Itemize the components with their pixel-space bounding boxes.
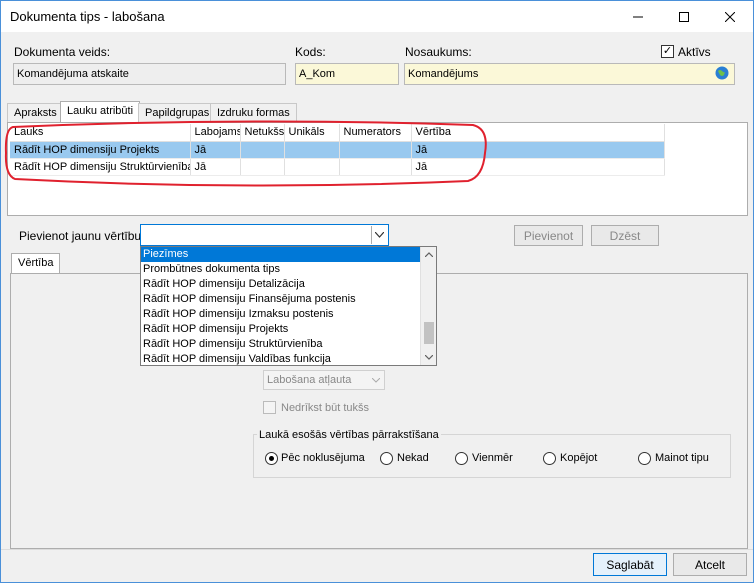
dropdown-scrollbar[interactable]: [420, 247, 436, 365]
minimize-button[interactable]: [615, 1, 661, 32]
window-title: Dokumenta tips - labošana: [10, 9, 165, 24]
dropdown-item[interactable]: Prombūtnes dokumenta tips: [141, 262, 420, 277]
cancel-button[interactable]: Atcelt: [673, 553, 747, 576]
no-empty-label: Nedrīkst būt tukšs: [281, 402, 370, 414]
radio-never[interactable]: [380, 452, 393, 465]
radio-always[interactable]: [455, 452, 468, 465]
close-button[interactable]: [707, 1, 753, 32]
overwrite-group-label: Laukā esošās vērtības pārrakstīšana: [257, 429, 441, 441]
radio-always-label: Vienmēr: [472, 452, 513, 464]
dropdown-item[interactable]: Rādīt HOP dimensiju Valdības funkcija: [141, 352, 420, 365]
radio-changing-type-label: Mainot tipu: [655, 452, 709, 464]
scroll-down-icon[interactable]: [425, 355, 433, 360]
title-bar: Dokumenta tips - labošana: [1, 1, 753, 32]
save-button[interactable]: Saglabāt: [593, 553, 667, 576]
radio-changing-type[interactable]: [638, 452, 651, 465]
footer-divider: [1, 549, 753, 550]
name-value: Komandējums: [408, 68, 479, 80]
radio-copying[interactable]: [543, 452, 556, 465]
active-checkbox[interactable]: ✓: [661, 45, 674, 58]
edit-permission-select[interactable]: Labošana atļauta: [263, 370, 385, 390]
add-button[interactable]: Pievienot: [514, 225, 583, 246]
dropdown-items: Piezīmes Prombūtnes dokumenta tips Rādīt…: [141, 247, 420, 365]
radio-default-label: Pēc noklusējuma: [281, 452, 365, 464]
add-value-combobox[interactable]: [140, 224, 389, 246]
radio-default[interactable]: [265, 452, 278, 465]
code-label: Kods:: [295, 45, 326, 59]
radio-copying-label: Kopējot: [560, 452, 598, 464]
name-label: Nosaukums:: [405, 45, 472, 59]
edit-permission-value: Labošana atļauta: [267, 374, 352, 386]
dropdown-item[interactable]: Rādīt HOP dimensiju Struktūrvienība: [141, 337, 420, 352]
annotation-ellipse: [4, 120, 487, 187]
no-empty-checkbox[interactable]: [263, 401, 276, 414]
add-value-dropdown-list[interactable]: Piezīmes Prombūtnes dokumenta tips Rādīt…: [140, 246, 437, 366]
maximize-button[interactable]: [661, 1, 707, 32]
dropdown-item[interactable]: Rādīt HOP dimensiju Projekts: [141, 322, 420, 337]
name-field[interactable]: Komandējums: [404, 63, 735, 85]
delete-button[interactable]: Dzēst: [591, 225, 659, 246]
dropdown-item[interactable]: Rādīt HOP dimensiju Detalizācija: [141, 277, 420, 292]
globe-icon[interactable]: [715, 66, 729, 80]
dropdown-item[interactable]: Rādīt HOP dimensiju Finansējuma postenis: [141, 292, 420, 307]
chevron-down-icon: [375, 232, 384, 238]
active-label: Aktīvs: [678, 45, 711, 59]
radio-never-label: Nekad: [397, 452, 429, 464]
maximize-icon: [679, 11, 689, 22]
dropdown-item[interactable]: Rādīt HOP dimensiju Izmaksu postenis: [141, 307, 420, 322]
dialog-window: Dokumenta tips - labošana Dokumenta veid…: [0, 0, 754, 583]
scroll-up-icon[interactable]: [425, 252, 433, 257]
scrollbar-thumb[interactable]: [424, 322, 434, 344]
add-value-label: Pievienot jaunu vērtību:: [19, 229, 145, 243]
dropdown-item[interactable]: Piezīmes: [141, 247, 420, 262]
doc-type-field[interactable]: Komandējuma atskaite: [13, 63, 286, 85]
chevron-down-icon: [372, 378, 380, 383]
combobox-arrow[interactable]: [371, 226, 387, 244]
code-field[interactable]: A_Kom: [295, 63, 399, 85]
close-icon: [725, 11, 735, 22]
minimize-icon: [633, 16, 643, 17]
doc-type-label: Dokumenta veids:: [14, 45, 111, 59]
tab-vertiba[interactable]: Vērtība: [11, 253, 61, 274]
